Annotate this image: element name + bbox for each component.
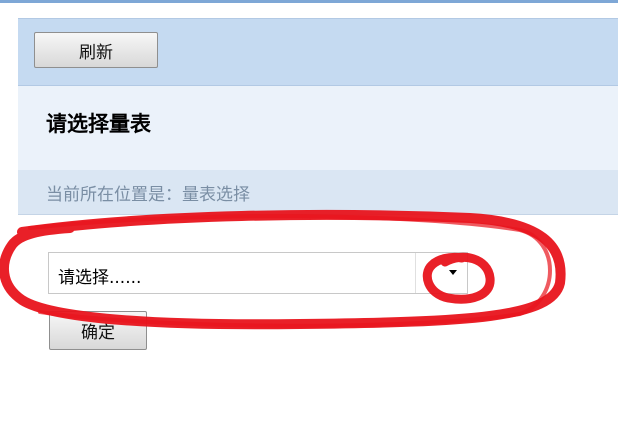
chevron-down-icon[interactable] [449,270,457,275]
window-top-border [0,0,618,3]
refresh-button[interactable]: 刷新 [34,32,158,68]
select-value: 请选择...... [58,268,142,288]
breadcrumb: 当前所在位置是：量表选择 [18,170,618,215]
breadcrumb-text: 当前所在位置是：量表选择 [46,185,250,205]
page-title: 请选择量表 [46,112,151,136]
scale-select[interactable]: 请选择...... [48,252,468,294]
select-divider [415,253,416,293]
toolbar: 刷新 [18,18,618,86]
title-area: 请选择量表 [18,86,618,170]
confirm-button[interactable]: 确定 [49,311,147,350]
